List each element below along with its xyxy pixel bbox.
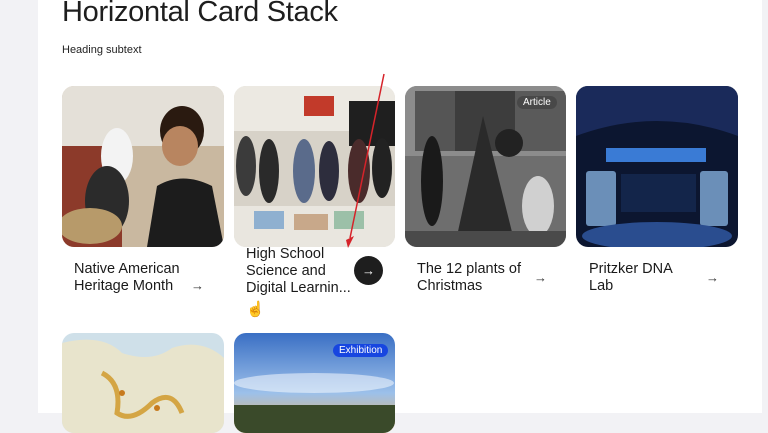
arrow-right-icon: → — [534, 270, 547, 285]
arrow-right-icon: → — [362, 263, 375, 278]
card-image — [405, 86, 566, 247]
card-image — [62, 86, 224, 247]
article-badge: Article — [517, 96, 557, 109]
card-image — [62, 333, 224, 433]
page-title: Horizontal Card Stack — [62, 0, 338, 28]
card-title: The 12 plants of Christmas — [417, 261, 521, 294]
hand-pointer-icon: ☝ — [246, 301, 265, 318]
annotation-arrow — [346, 73, 385, 248]
arrow-right-button[interactable]: → — [354, 256, 383, 285]
card-title: High School Science and Digital Learnin.… — [246, 246, 351, 296]
arrow-right-icon: → — [706, 270, 719, 285]
card-title: Native American Heritage Month — [74, 261, 180, 294]
card-image — [576, 86, 738, 247]
arrow-right-icon: → — [191, 278, 204, 293]
page-subtitle: Heading subtext — [62, 44, 142, 56]
card-title: Pritzker DNA Lab — [589, 261, 672, 294]
page-scrollbar[interactable] — [762, 0, 768, 413]
exhibition-badge: Exhibition — [333, 344, 389, 357]
